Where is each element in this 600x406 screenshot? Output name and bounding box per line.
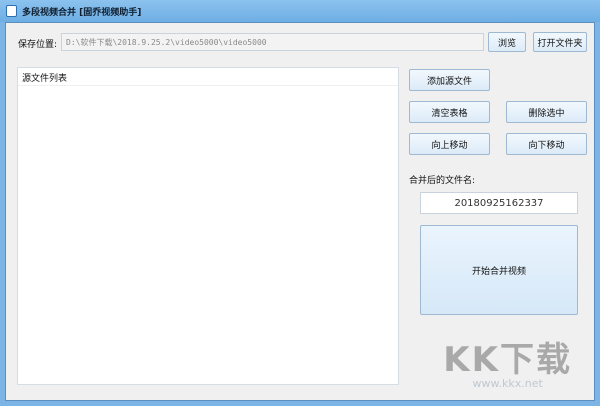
list-header: 源文件列表 xyxy=(18,68,398,86)
title-bar: 多段视频合并 [固乔视频助手] xyxy=(0,0,600,22)
save-location-label: 保存位置: xyxy=(18,40,58,50)
window-title: 多段视频合并 [固乔视频助手] xyxy=(22,8,142,18)
save-path-input[interactable]: D:\软件下载\2018.9.25.2\video5000\video5000 xyxy=(61,33,484,51)
clear-table-button[interactable]: 清空表格 xyxy=(409,101,490,123)
output-filename-label: 合并后的文件名: xyxy=(409,176,476,186)
watermark: KK下载 www.kkx.net xyxy=(443,332,572,390)
add-source-file-button[interactable]: 添加源文件 xyxy=(409,69,490,91)
start-merge-button[interactable]: 开始合并视频 xyxy=(420,225,578,315)
open-folder-button[interactable]: 打开文件夹 xyxy=(533,32,587,52)
source-file-list[interactable]: 源文件列表 xyxy=(17,67,399,385)
output-filename-input[interactable]: 20180925162337 xyxy=(420,192,578,214)
main-window: 保存位置: D:\软件下载\2018.9.25.2\video5000\vide… xyxy=(5,22,595,401)
app-icon xyxy=(6,5,17,17)
delete-selected-button[interactable]: 删除选中 xyxy=(506,101,587,123)
watermark-logo: KK下载 xyxy=(443,340,572,380)
move-down-button[interactable]: 向下移动 xyxy=(506,133,587,155)
browse-button[interactable]: 浏览 xyxy=(488,32,526,52)
move-up-button[interactable]: 向上移动 xyxy=(409,133,490,155)
